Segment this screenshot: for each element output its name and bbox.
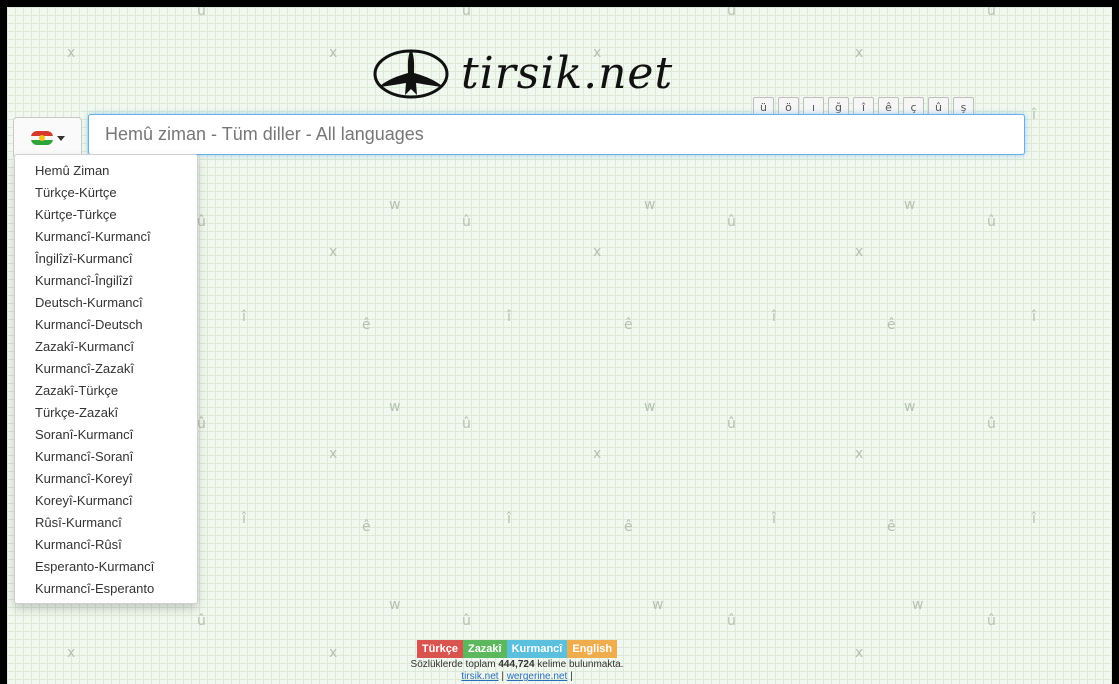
language-option-hemu-ziman[interactable]: Hemû Ziman (15, 161, 197, 183)
stat-prefix: Sözlüklerde toplam (410, 659, 496, 670)
language-option-koreyi-kurmanci[interactable]: Koreyî-Kurmancî (15, 491, 197, 513)
background-glyph: x (329, 244, 338, 260)
background-glyph: û (462, 613, 471, 629)
background-glyph: û (462, 7, 471, 19)
background-glyph: û (197, 214, 206, 230)
lang-link-kurmanci[interactable]: Kurmancî (506, 640, 568, 658)
language-option-kurmanci-koreyi[interactable]: Kurmancî-Koreyî (15, 469, 197, 491)
background-glyph: î (772, 309, 776, 325)
site-logo[interactable]: tirsik.net (367, 41, 673, 105)
language-option-kurmanci-kurmanci[interactable]: Kurmancî-Kurmancî (15, 227, 197, 249)
background-glyph: î (242, 309, 246, 325)
background-glyph: î (507, 309, 511, 325)
language-option-rusi-kurmanci[interactable]: Rûsî-Kurmancî (15, 513, 197, 535)
background-glyph: w (389, 399, 401, 415)
stat-suffix: kelime bulunmakta. (537, 659, 624, 670)
language-option-sorani-kurmanci[interactable]: Soranî-Kurmancî (15, 425, 197, 447)
background-glyph: û (727, 7, 736, 19)
footer-link-tirsik[interactable]: tirsik.net (461, 671, 498, 682)
kurdistan-flag-icon (30, 131, 53, 145)
background-glyph: w (904, 399, 916, 415)
background-glyph: ê (624, 519, 633, 535)
background-glyph: û (987, 416, 996, 432)
tirsik-logo-icon (373, 49, 449, 99)
background-glyph: w (644, 197, 656, 213)
footer-link-wergerine[interactable]: wergerine.net (507, 671, 568, 682)
background-glyph: û (197, 416, 206, 432)
language-option-kurmanci-esperanto[interactable]: Kurmancî-Esperanto (15, 579, 197, 601)
language-option-kurmanci-zazaki[interactable]: Kurmancî-Zazakî (15, 359, 197, 381)
language-option-zazaki-turkce[interactable]: Zazakî-Türkçe (15, 381, 197, 403)
background-glyph: x (329, 45, 338, 61)
background-glyph: w (644, 399, 656, 415)
background-glyph: ê (362, 519, 371, 535)
lang-link-english[interactable]: English (567, 640, 618, 658)
background-glyph: î (507, 511, 511, 527)
site-language-switcher: Türkçe Zazakî Kurmancî English (416, 640, 618, 658)
background-glyph: x (855, 45, 864, 61)
background-glyph: î (1032, 107, 1036, 123)
background-glyph: û (987, 7, 996, 19)
background-glyph: w (912, 597, 924, 613)
language-option-zazaki-kurmanci[interactable]: Zazakî-Kurmancî (15, 337, 197, 359)
lang-link-zazaki[interactable]: Zazakî (462, 640, 507, 658)
background-glyph: û (197, 613, 206, 629)
background-glyph: w (389, 597, 401, 613)
word-count: 444,724 (498, 659, 535, 670)
language-option-kurmanci-rusi[interactable]: Kurmancî-Rûsî (15, 535, 197, 557)
language-option-ingilizi-kurmanci[interactable]: Îngilîzî-Kurmancî (15, 249, 197, 271)
background-glyph: ê (362, 317, 371, 333)
language-select-button[interactable] (13, 117, 82, 159)
background-glyph: û (197, 7, 206, 19)
lang-link-turkce[interactable]: Türkçe (416, 640, 463, 658)
background-glyph: û (727, 613, 736, 629)
background-glyph: x (855, 244, 864, 260)
background-glyph: ê (624, 317, 633, 333)
chevron-down-icon (56, 135, 65, 141)
language-option-kurmanci-deutsch[interactable]: Kurmancî-Deutsch (15, 315, 197, 337)
background-glyph: û (727, 416, 736, 432)
background-glyph: î (772, 511, 776, 527)
background-glyph: x (855, 446, 864, 462)
language-option-deutsch-kurmanci[interactable]: Deutsch-Kurmancî (15, 293, 197, 315)
language-option-kurmanci-ingilizi[interactable]: Kurmancî-Îngilîzî (15, 271, 197, 293)
background-glyph: û (462, 416, 471, 432)
background-glyph: w (652, 597, 664, 613)
link-separator: | (501, 671, 504, 682)
background-glyph: î (1032, 511, 1036, 527)
background-glyph: x (593, 446, 602, 462)
link-separator: | (570, 671, 573, 682)
language-option-esperanto-kurmanci[interactable]: Esperanto-Kurmancî (15, 557, 197, 579)
background-glyph: w (389, 197, 401, 213)
background-glyph: û (987, 613, 996, 629)
background-glyph: û (462, 214, 471, 230)
search-input[interactable] (88, 114, 1025, 155)
background-glyph: û (727, 214, 736, 230)
page-background: ûûûûxxxxwwwwûûûûxxxxîîîîêêêwwwwûûûûxxxxî… (7, 7, 1112, 684)
background-glyph: x (67, 45, 76, 61)
background-glyph: x (593, 244, 602, 260)
language-dropdown-menu: Hemû Ziman Türkçe-Kürtçe Kürtçe-Türkçe K… (14, 154, 198, 604)
background-glyph: ê (887, 317, 896, 333)
footer-links: tirsik.net | wergerine.net | (7, 671, 1027, 682)
language-option-turkce-zazaki[interactable]: Türkçe-Zazakî (15, 403, 197, 425)
site-name: tirsik.net (461, 47, 674, 99)
language-option-kurtce-turkce[interactable]: Kürtçe-Türkçe (15, 205, 197, 227)
word-count-stat: Sözlüklerde toplam 444,724 kelime bulunm… (7, 659, 1027, 670)
page-footer: Türkçe Zazakî Kurmancî English Sözlükler… (7, 639, 1027, 682)
background-glyph: x (329, 446, 338, 462)
background-glyph: ê (887, 519, 896, 535)
background-glyph: û (987, 214, 996, 230)
background-glyph: î (1032, 309, 1036, 325)
language-option-kurmanci-sorani[interactable]: Kurmancî-Soranî (15, 447, 197, 469)
background-glyph: î (242, 511, 246, 527)
background-glyph: w (904, 197, 916, 213)
language-option-turkce-kurtce[interactable]: Türkçe-Kürtçe (15, 183, 197, 205)
